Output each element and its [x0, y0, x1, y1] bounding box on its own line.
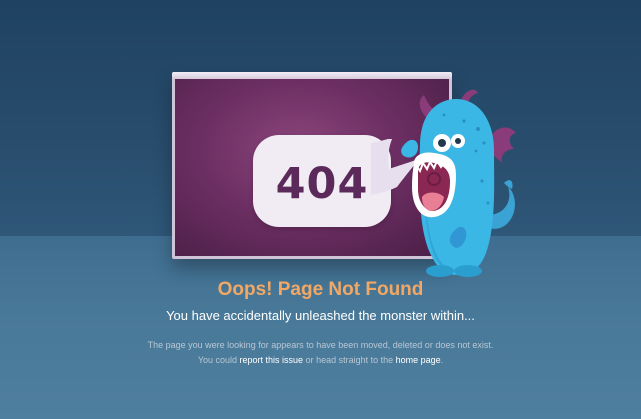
error-description: The page you were looking for appears to… [0, 338, 641, 368]
description-prefix: You could [197, 355, 240, 365]
monster-illustration [401, 89, 516, 277]
report-issue-link[interactable]: report this issue [240, 355, 304, 365]
description-middle: or head straight to the [303, 355, 396, 365]
home-page-link[interactable]: home page [396, 355, 441, 365]
error-scene: 404 Oops! Page Not Found You have accide… [0, 0, 641, 419]
description-suffix: . [440, 355, 444, 365]
description-line-2: You could report this issue or head stra… [0, 353, 641, 368]
description-line-1: The page you were looking for appears to… [147, 340, 494, 350]
browser-frame-top [172, 72, 452, 79]
page-title: Oops! Page Not Found [217, 279, 424, 300]
page-subtitle: You have accidentally unleashed the mons… [166, 308, 475, 323]
floor-band [0, 236, 641, 419]
